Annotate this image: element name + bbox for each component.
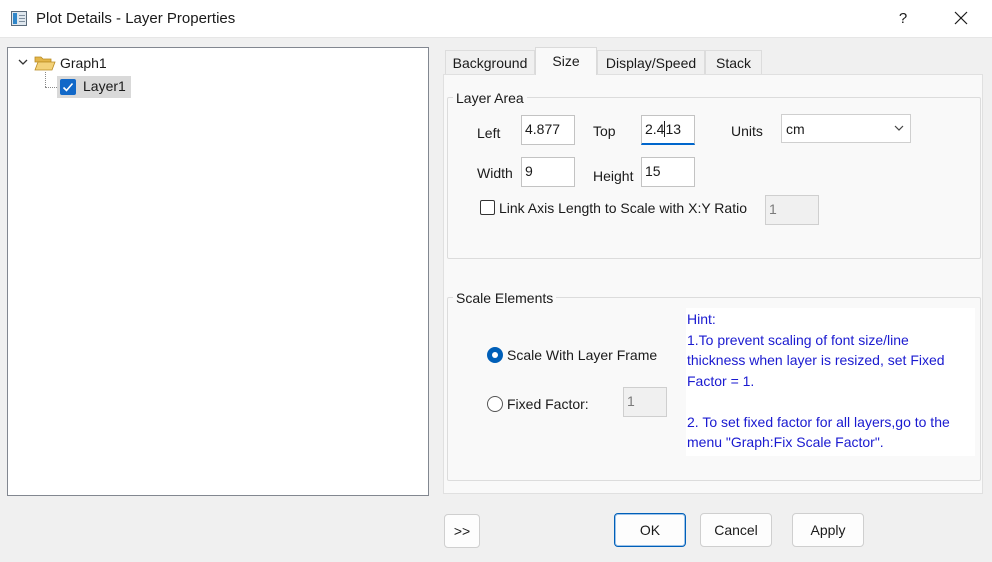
hint-line: 2. To set fixed factor for all layers,go… <box>687 413 950 430</box>
tree-connector <box>45 72 46 87</box>
help-button[interactable]: ? <box>888 8 918 30</box>
units-value: cm <box>786 121 805 137</box>
close-icon <box>954 11 968 25</box>
layer-area-title: Layer Area <box>453 90 527 106</box>
hint-line: Factor = 1. <box>687 372 755 389</box>
link-axis-checkbox[interactable] <box>480 200 495 215</box>
cancel-button[interactable]: Cancel <box>700 513 772 547</box>
window-title: Plot Details - Layer Properties <box>36 10 236 27</box>
hint-line <box>687 391 975 412</box>
units-select[interactable]: cm <box>781 114 911 143</box>
ok-button[interactable]: OK <box>614 513 686 547</box>
scale-elements-title: Scale Elements <box>453 290 557 306</box>
width-field[interactable]: 9 <box>521 157 575 187</box>
fixed-factor-field: 1 <box>623 387 667 417</box>
top-field[interactable]: 2.413 <box>641 115 695 145</box>
height-label: Height <box>593 168 634 184</box>
chevron-down-icon <box>894 125 904 131</box>
scale-with-frame-label[interactable]: Scale With Layer Frame <box>507 347 657 363</box>
apply-button[interactable]: Apply <box>792 513 864 547</box>
top-value-part: 2.4 <box>645 121 665 137</box>
layer-visible-checkbox[interactable] <box>60 79 76 95</box>
link-axis-label[interactable]: Link Axis Length to Scale with X:Y Ratio <box>499 200 747 216</box>
tree-item-graph1[interactable]: Graph1 <box>60 55 107 71</box>
tree-item-layer1[interactable]: Layer1 <box>57 76 131 98</box>
hint-line: Hint: <box>687 311 716 327</box>
tab-stack[interactable]: Stack <box>705 50 762 74</box>
ratio-field: 1 <box>765 195 819 225</box>
tab-size[interactable]: Size <box>535 47 597 75</box>
app-icon <box>11 11 27 26</box>
tab-background[interactable]: Background <box>445 50 535 74</box>
height-field[interactable]: 15 <box>641 157 695 187</box>
top-value-part: 13 <box>665 121 682 137</box>
left-label: Left <box>477 125 501 141</box>
fixed-factor-radio[interactable] <box>487 396 503 412</box>
folder-open-icon <box>34 56 56 71</box>
close-button[interactable] <box>948 8 974 30</box>
scale-with-frame-radio[interactable] <box>487 347 503 363</box>
fixed-factor-label[interactable]: Fixed Factor: <box>507 396 589 412</box>
tree-connector <box>45 87 57 88</box>
top-label: Top <box>593 123 616 139</box>
chevron-down-icon[interactable] <box>17 56 29 68</box>
layer-tree[interactable]: Graph1 Layer1 <box>7 47 429 496</box>
tree-item-label: Layer1 <box>83 78 126 94</box>
hint-box: Hint: 1.To prevent scaling of font size/… <box>686 308 975 456</box>
left-field[interactable]: 4.877 <box>521 115 575 145</box>
width-label: Width <box>477 165 513 181</box>
hint-line: menu "Graph:Fix Scale Factor". <box>687 434 884 450</box>
hint-line: 1.To prevent scaling of font size/line <box>687 331 909 348</box>
hint-line: thickness when layer is resized, set Fix… <box>687 352 945 368</box>
title-bar: Plot Details - Layer Properties ? <box>0 0 992 38</box>
tab-display-speed[interactable]: Display/Speed <box>597 50 705 74</box>
checkmark-icon <box>62 82 74 92</box>
units-label: Units <box>731 123 763 139</box>
expand-button[interactable]: >> <box>444 514 480 548</box>
